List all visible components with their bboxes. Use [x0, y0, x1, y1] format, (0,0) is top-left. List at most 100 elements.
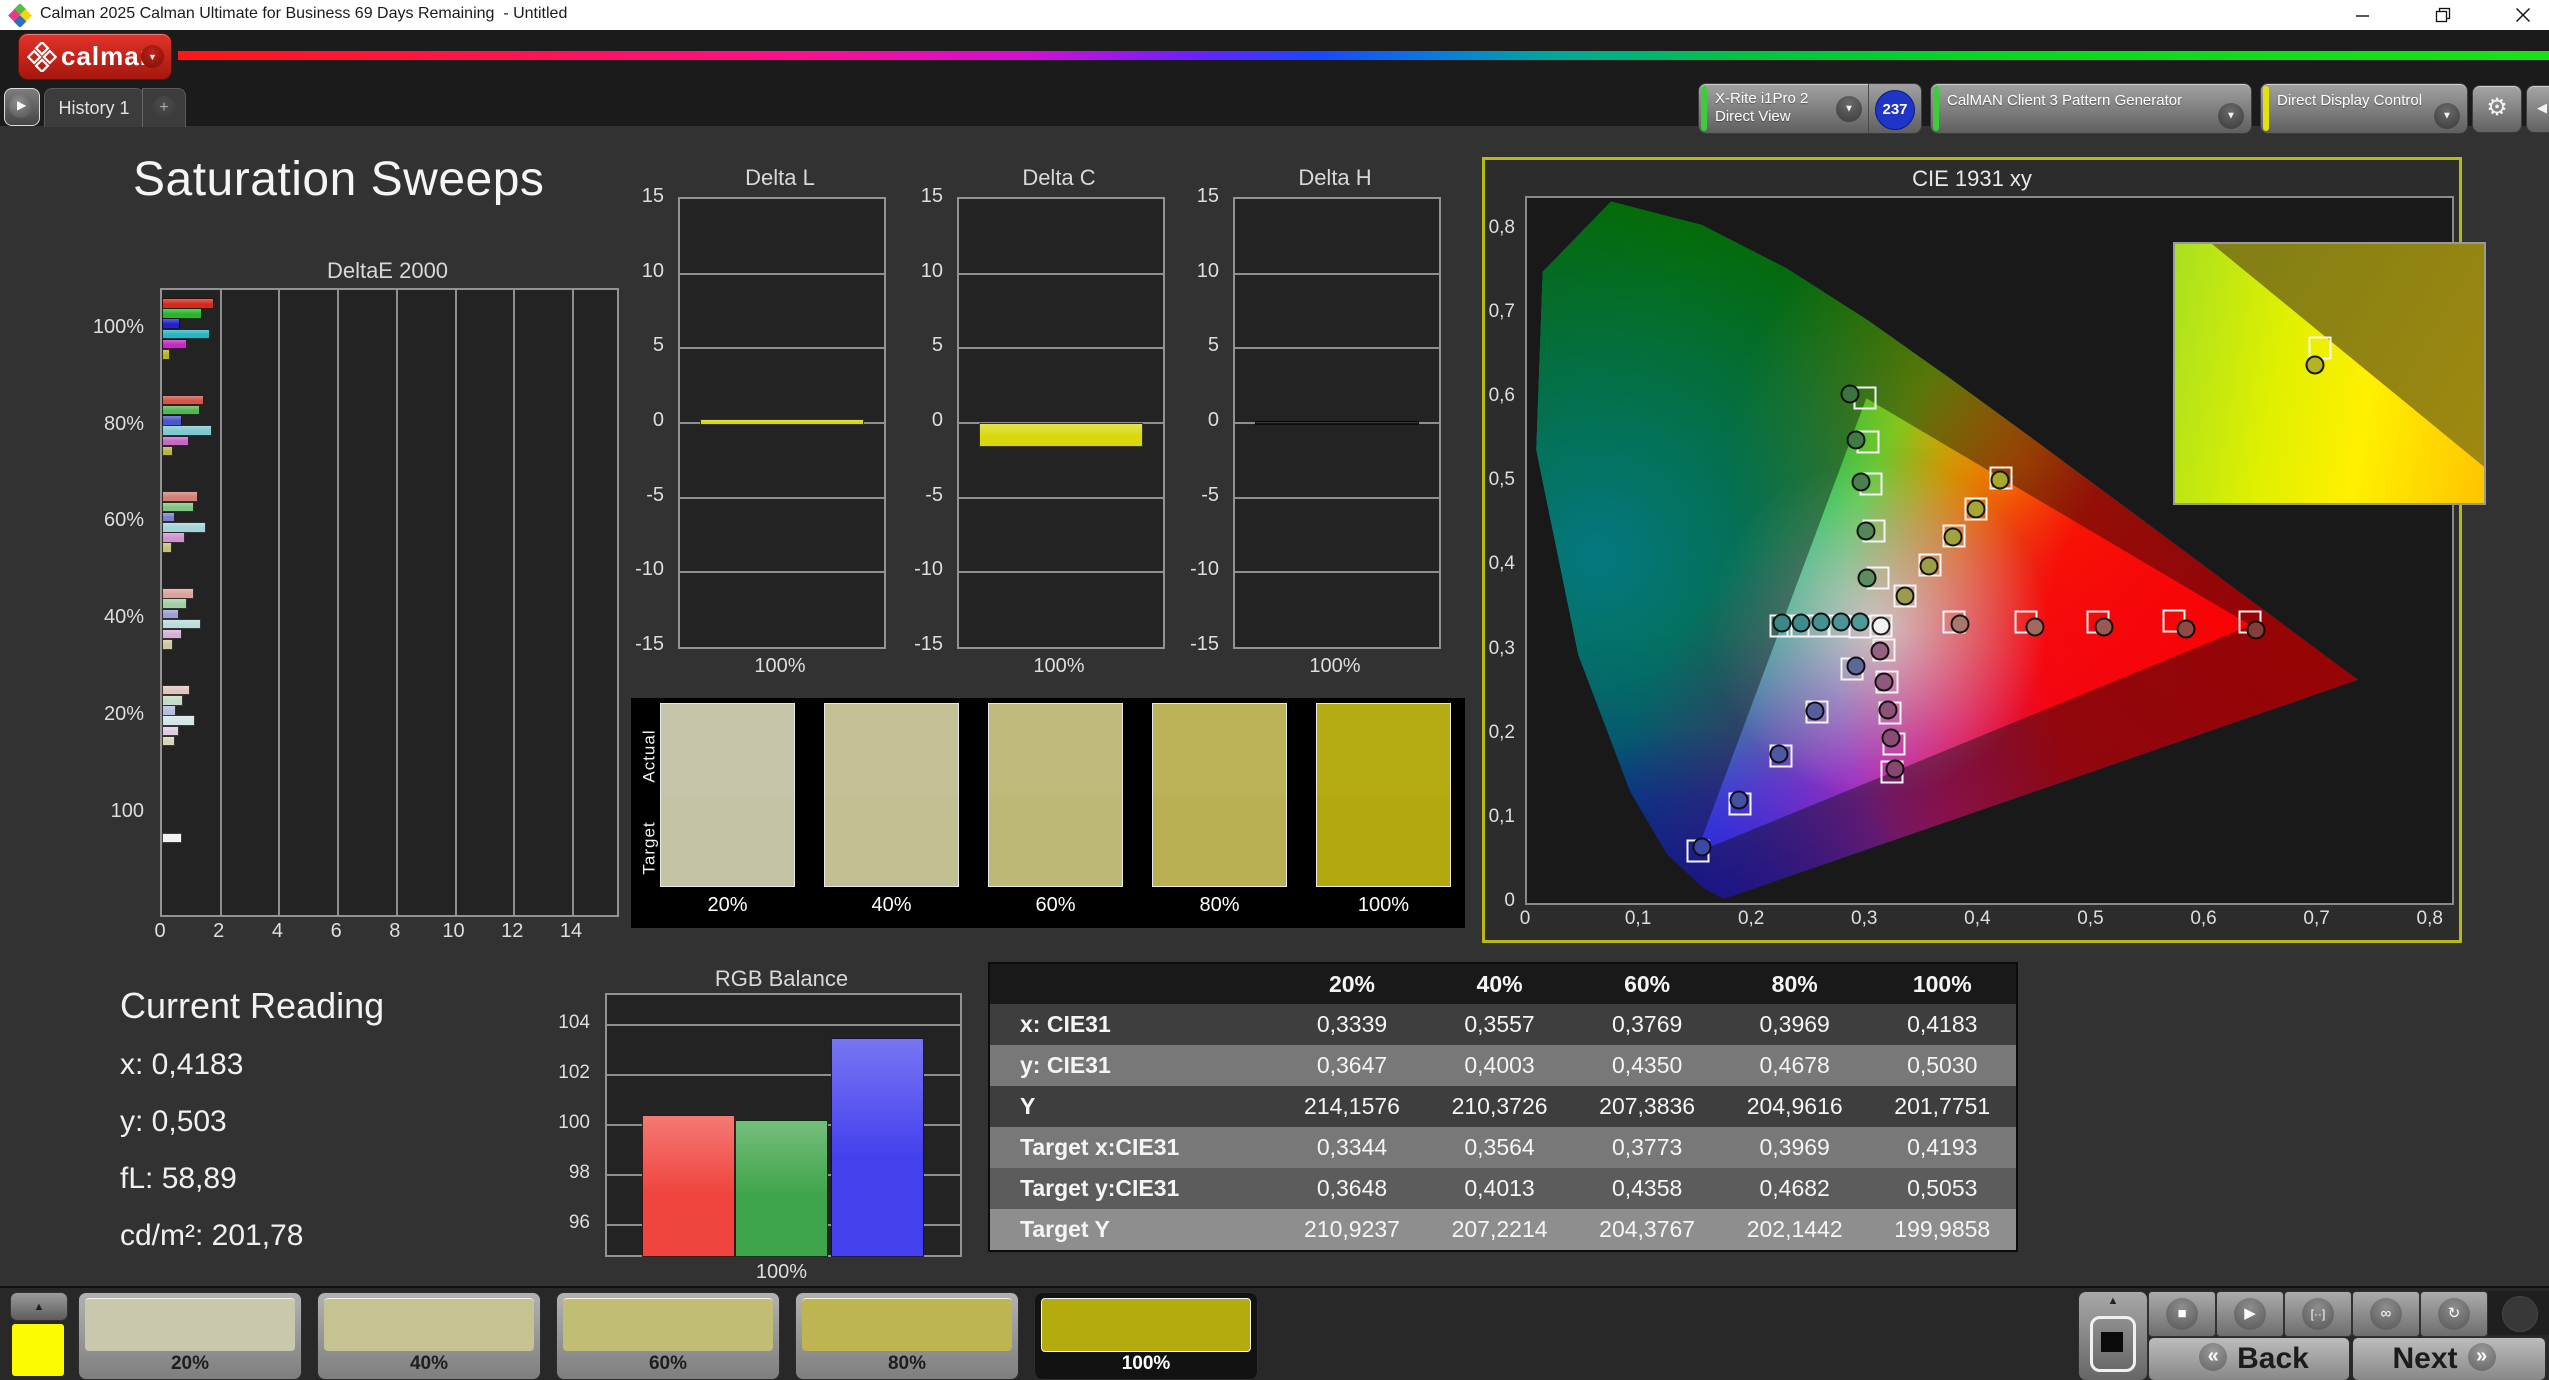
target-swatch: [988, 795, 1123, 887]
chevron-down-icon: [2218, 103, 2244, 129]
delta-h-x-label: 100%: [1309, 655, 1361, 677]
pattern-generator-status-stripe: [1933, 86, 1939, 131]
table-cell: 0,4682: [1759, 1175, 1830, 1201]
add-tab-button[interactable]: +: [142, 88, 186, 127]
next-button[interactable]: Next»: [2352, 1337, 2546, 1380]
gear-icon: ⚙: [2486, 94, 2508, 121]
y-tick-label: 15: [1196, 185, 1219, 207]
pattern-swatch-color: [1041, 1298, 1251, 1352]
deltae-bar: [162, 308, 203, 319]
target-swatch: [1316, 795, 1451, 887]
display-control-dropdown[interactable]: Direct Display Control: [2260, 83, 2468, 134]
cie-y-tick: 0,3: [1488, 637, 1515, 659]
cie-1931-panel[interactable]: CIE 1931 xy 0 0,1 0,2 0,3 0,4 0,5 0,6 0,…: [1482, 157, 2486, 943]
rainbow-accent-strip: [178, 51, 2549, 60]
table-header-cell: 40%: [1476, 971, 1523, 997]
meter-status-stripe: [1701, 86, 1707, 131]
refresh-button[interactable]: ↻: [2420, 1291, 2488, 1337]
meter-dropdown[interactable]: X-Rite i1Pro 2 Direct View: [1698, 83, 1870, 134]
y-tick-label: 15: [920, 185, 943, 207]
stop-button[interactable]: ■: [2148, 1291, 2216, 1337]
table-header-row: 20% 40% 60% 80% 100%: [990, 964, 2016, 1004]
pattern-swatch-button-20%[interactable]: 20%: [78, 1292, 302, 1380]
x-tick-label: 10: [442, 920, 465, 942]
display-control-status-stripe: [2263, 86, 2269, 131]
cie-measured-point-blue: [1846, 656, 1866, 676]
table-row-label: Target x:CIE31: [1020, 1134, 1180, 1160]
meter-count-section[interactable]: 237: [1868, 83, 1922, 134]
cie-x-tick: 0,4: [1964, 908, 1991, 929]
cie-y-tick: 0,2: [1488, 721, 1515, 743]
deltae-bar: [162, 445, 174, 457]
table-cell: 207,2214: [1451, 1216, 1548, 1242]
close-button[interactable]: [2500, 0, 2546, 30]
rgb-bar-blue: [831, 1037, 924, 1257]
gridline: [959, 571, 1163, 574]
plus-icon: +: [152, 96, 176, 120]
y-tick-label: -15: [914, 633, 943, 655]
y-tick-label: 0: [931, 409, 943, 431]
y-tick-label: 100: [558, 1112, 590, 1133]
calman-menu-button[interactable]: calman: [18, 33, 172, 80]
play-button[interactable]: ▶: [2216, 1291, 2284, 1337]
cie-measured-point-yellow: [1895, 586, 1915, 606]
settings-button[interactable]: ⚙: [2472, 85, 2522, 133]
y-tick-label: 102: [558, 1062, 590, 1083]
pattern-swatch-button-80%[interactable]: 80%: [795, 1292, 1019, 1380]
title-bar: Calman 2025 Calman Ultimate for Business…: [0, 0, 2549, 30]
pattern-swatch-button-60%[interactable]: 60%: [556, 1292, 780, 1380]
actual-swatch: [824, 703, 959, 795]
deltae-bar: [162, 725, 180, 737]
y-tick-label: -10: [1190, 558, 1219, 581]
x-tick-label: 12: [501, 920, 524, 942]
current-reading-y: y: 0,503: [120, 1105, 227, 1138]
page-title: Saturation Sweeps: [133, 153, 545, 206]
deltae-bar: [162, 598, 188, 609]
pattern-swatch-label: 40%: [409, 1353, 449, 1374]
pattern-swatch-label: 20%: [170, 1353, 210, 1374]
collapse-toolbar-button[interactable]: ◀: [2526, 85, 2549, 133]
table-row: Target y:CIE31 0,3648 0,4013 0,4358 0,4682 0,…: [990, 1168, 2016, 1209]
table-row: x: CIE31 0,3339 0,3557 0,3769 0,3969 0,4183: [990, 1004, 2016, 1045]
swatch-column-80%: 80%: [1152, 698, 1287, 928]
dc-plot-bar: [979, 423, 1143, 447]
rgb-balance-y-labels: 104 102 100 98 96: [548, 993, 598, 1253]
cie-measured-point-cyan: [1811, 612, 1831, 632]
y-tick-label: 5: [652, 334, 664, 357]
pattern-swatch-button-100%[interactable]: 100%: [1034, 1292, 1258, 1380]
table-cell: 0,4350: [1611, 1052, 1683, 1078]
loop-button[interactable]: ∞: [2352, 1291, 2420, 1337]
back-button[interactable]: «Back: [2148, 1337, 2350, 1380]
play-icon: ▶: [2234, 1298, 2266, 1330]
cie-y-tick: 0,1: [1488, 805, 1515, 827]
pattern-swatch-button-40%[interactable]: 40%: [317, 1292, 541, 1380]
deltae-bar: [162, 532, 186, 543]
tab-history-1[interactable]: History 1: [44, 88, 144, 127]
meter-device-label: X-Rite i1Pro 2: [1715, 90, 1809, 107]
transport-disabled-section: [2488, 1291, 2549, 1335]
pattern-range-icon: [··]: [2302, 1298, 2334, 1330]
gridline: [1235, 347, 1439, 350]
minimize-button[interactable]: [2340, 0, 2386, 30]
cie-measured-point-white: [1871, 616, 1891, 636]
table-header-cell: 100%: [1912, 971, 1972, 997]
gridline: [680, 571, 884, 574]
cie-measured-point-red: [2176, 619, 2196, 639]
table-cell: 0,3769: [1611, 1011, 1683, 1037]
cie-measured-point-green: [1856, 521, 1876, 541]
target-swatch: [1152, 795, 1287, 887]
pattern-range-button[interactable]: [··]: [2284, 1291, 2352, 1337]
table-cell: 0,3773: [1611, 1134, 1683, 1160]
cie-x-tick: 0,3: [1851, 908, 1878, 929]
pattern-popup-button[interactable]: [10, 1292, 68, 1321]
y-tick-label: 96: [568, 1212, 590, 1233]
pattern-generator-dropdown[interactable]: CalMAN Client 3 Pattern Generator: [1930, 83, 2252, 134]
session-play-button[interactable]: [4, 88, 40, 126]
actual-swatch: [988, 703, 1123, 795]
pattern-window-button[interactable]: ▲: [2078, 1291, 2148, 1380]
table-cell: 0,4358: [1611, 1175, 1683, 1201]
cie-inset-measured-point: [2305, 355, 2325, 375]
stop-icon: ■: [2166, 1298, 2198, 1330]
table-cell: 204,3767: [1599, 1216, 1696, 1242]
restore-button[interactable]: [2420, 0, 2466, 30]
